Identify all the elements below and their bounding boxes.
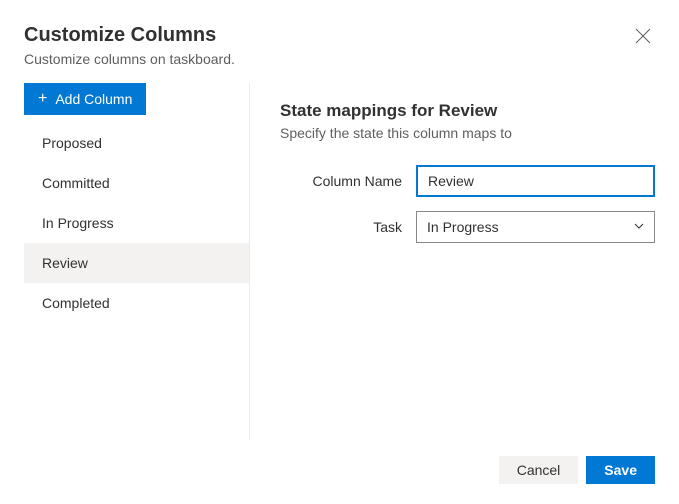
task-select-wrapper: In Progress xyxy=(416,211,655,243)
close-button[interactable] xyxy=(631,24,655,51)
column-name-label: Column Name xyxy=(280,173,416,189)
task-label: Task xyxy=(280,219,416,235)
sidebar-item-in-progress[interactable]: In Progress xyxy=(24,203,249,243)
header-text: Customize Columns Customize columns on t… xyxy=(24,24,235,67)
column-list: Proposed Committed In Progress Review Co… xyxy=(24,123,249,323)
column-name-input[interactable] xyxy=(416,165,655,197)
dialog-footer: Cancel Save xyxy=(24,440,655,504)
task-select[interactable]: In Progress xyxy=(416,211,655,243)
customize-columns-dialog: Customize Columns Customize columns on t… xyxy=(0,0,679,504)
sidebar-item-completed[interactable]: Completed xyxy=(24,283,249,323)
state-mappings-section: State mappings for Review Specify the st… xyxy=(280,101,655,243)
column-name-row: Column Name xyxy=(280,165,655,197)
sidebar-item-proposed[interactable]: Proposed xyxy=(24,123,249,163)
task-row: Task In Progress xyxy=(280,211,655,243)
main-panel: State mappings for Review Specify the st… xyxy=(250,83,655,440)
cancel-button[interactable]: Cancel xyxy=(499,456,579,484)
close-icon xyxy=(635,28,651,47)
sidebar-item-review[interactable]: Review xyxy=(24,243,249,283)
add-column-button[interactable]: + Add Column xyxy=(24,83,146,115)
dialog-content: + Add Column Proposed Committed In Progr… xyxy=(24,83,655,440)
save-button[interactable]: Save xyxy=(586,456,655,484)
dialog-subtitle: Customize columns on taskboard. xyxy=(24,51,235,67)
sidebar: + Add Column Proposed Committed In Progr… xyxy=(24,83,250,440)
dialog-title: Customize Columns xyxy=(24,24,235,47)
dialog-header: Customize Columns Customize columns on t… xyxy=(24,24,655,67)
task-select-value: In Progress xyxy=(427,219,499,235)
plus-icon: + xyxy=(38,91,47,107)
add-column-label: Add Column xyxy=(55,91,132,107)
sidebar-item-committed[interactable]: Committed xyxy=(24,163,249,203)
section-title: State mappings for Review xyxy=(280,101,655,121)
section-description: Specify the state this column maps to xyxy=(280,125,655,141)
